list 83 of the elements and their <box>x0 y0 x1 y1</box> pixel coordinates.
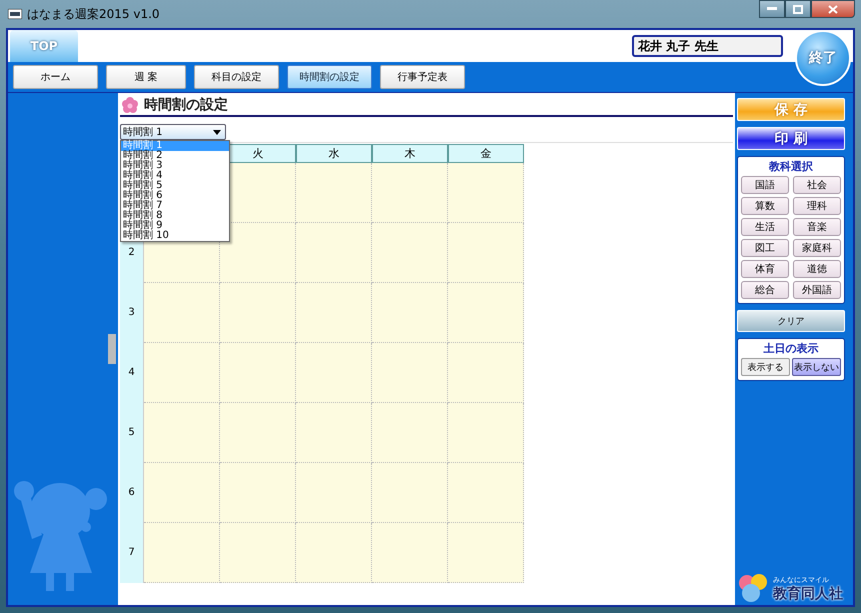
timetable-cell[interactable] <box>296 403 372 463</box>
period-label: 5 <box>120 403 144 463</box>
nav-tab[interactable]: 行事予定表 <box>380 65 465 89</box>
timetable-cell[interactable] <box>296 343 372 403</box>
period-label: 3 <box>120 283 144 343</box>
timetable-cell[interactable] <box>296 523 372 583</box>
maximize-button[interactable] <box>785 0 811 18</box>
subject-button[interactable]: 道徳 <box>793 260 841 278</box>
timetable-cell[interactable] <box>144 283 220 343</box>
subject-button[interactable]: 算数 <box>741 197 789 215</box>
day-header: 木 <box>372 144 448 163</box>
subject-button[interactable]: 家庭科 <box>793 239 841 257</box>
logo-name: 教育同人社 <box>773 585 843 603</box>
weekend-panel-title: 土日の表示 <box>762 341 820 356</box>
timetable-cell[interactable] <box>296 163 372 223</box>
timetable-cell[interactable] <box>220 523 296 583</box>
subject-button[interactable]: 理科 <box>793 197 841 215</box>
timetable-cell[interactable] <box>144 463 220 523</box>
subject-button[interactable]: 生活 <box>741 218 789 236</box>
close-icon <box>828 4 838 14</box>
dropdown-option[interactable]: 時間割 3 <box>121 161 229 171</box>
subject-button[interactable]: 図工 <box>741 239 789 257</box>
day-header: 金 <box>448 144 524 163</box>
clear-button[interactable]: クリア <box>737 310 845 332</box>
nav-tab[interactable]: ホーム <box>13 65 98 89</box>
subject-button[interactable]: 体育 <box>741 260 789 278</box>
timetable-cell[interactable] <box>220 463 296 523</box>
nav-tab[interactable]: 週 案 <box>106 65 186 89</box>
timetable-cell[interactable] <box>144 343 220 403</box>
timetable-cell[interactable] <box>296 223 372 283</box>
timetable-cell[interactable] <box>448 343 524 403</box>
timetable-cell[interactable] <box>220 343 296 403</box>
timetable-dropdown[interactable]: 時間割 1 <box>120 124 226 140</box>
subject-button[interactable]: 外国語 <box>793 281 841 299</box>
subject-button[interactable]: 音楽 <box>793 218 841 236</box>
weekend-toggle[interactable]: 表示する <box>741 358 790 376</box>
timetable-cell[interactable] <box>448 523 524 583</box>
day-header: 水 <box>296 144 372 163</box>
timetable-cell[interactable] <box>372 523 448 583</box>
page-title: 時間割の設定 <box>144 96 228 114</box>
timetable-cell[interactable] <box>372 283 448 343</box>
subject-button[interactable]: 総合 <box>741 281 789 299</box>
timetable-cell[interactable] <box>448 223 524 283</box>
timetable-cell[interactable] <box>372 343 448 403</box>
timetable-cell[interactable] <box>448 163 524 223</box>
timetable-cell[interactable] <box>448 283 524 343</box>
flower-icon <box>122 97 138 113</box>
timetable-cell[interactable] <box>220 403 296 463</box>
nav-tab[interactable]: 時間割の設定 <box>287 65 372 89</box>
weekend-toggle[interactable]: 表示しない <box>792 358 841 376</box>
close-button[interactable] <box>811 0 855 18</box>
dropdown-option[interactable]: 時間割 8 <box>121 211 229 221</box>
maximize-icon <box>793 4 803 14</box>
window-title: はなまる週案2015 v1.0 <box>27 6 160 22</box>
subject-panel-title: 教科選択 <box>768 159 814 174</box>
splitter-handle[interactable] <box>108 334 116 364</box>
timetable-cell[interactable] <box>448 403 524 463</box>
user-name-field: 花井 丸子 先生 <box>632 35 783 57</box>
timetable-cell[interactable] <box>372 403 448 463</box>
timetable-cell[interactable] <box>144 403 220 463</box>
subject-button[interactable]: 社会 <box>793 176 841 194</box>
print-button[interactable]: 印 刷 <box>737 127 845 150</box>
dropdown-option[interactable]: 時間割 7 <box>121 201 229 211</box>
subject-button[interactable]: 国語 <box>741 176 789 194</box>
timetable-cell[interactable] <box>372 163 448 223</box>
timetable-cell[interactable] <box>448 463 524 523</box>
minimize-button[interactable] <box>759 0 785 18</box>
period-label: 6 <box>120 463 144 523</box>
period-label: 4 <box>120 343 144 403</box>
timetable-cell[interactable] <box>144 523 220 583</box>
minimize-icon <box>767 7 777 11</box>
dropdown-option[interactable]: 時間割 4 <box>121 171 229 181</box>
timetable-cell[interactable] <box>220 283 296 343</box>
timetable-cell[interactable] <box>372 223 448 283</box>
caret-icon <box>213 130 221 134</box>
nav-tab[interactable]: 科目の設定 <box>194 65 279 89</box>
period-label: 7 <box>120 523 144 583</box>
app-icon <box>8 9 22 19</box>
timetable-cell[interactable] <box>372 463 448 523</box>
dropdown-option[interactable]: 時間割 6 <box>121 191 229 201</box>
timetable-cell[interactable] <box>296 283 372 343</box>
dropdown-option[interactable]: 時間割 5 <box>121 181 229 191</box>
timetable-cell[interactable] <box>296 463 372 523</box>
